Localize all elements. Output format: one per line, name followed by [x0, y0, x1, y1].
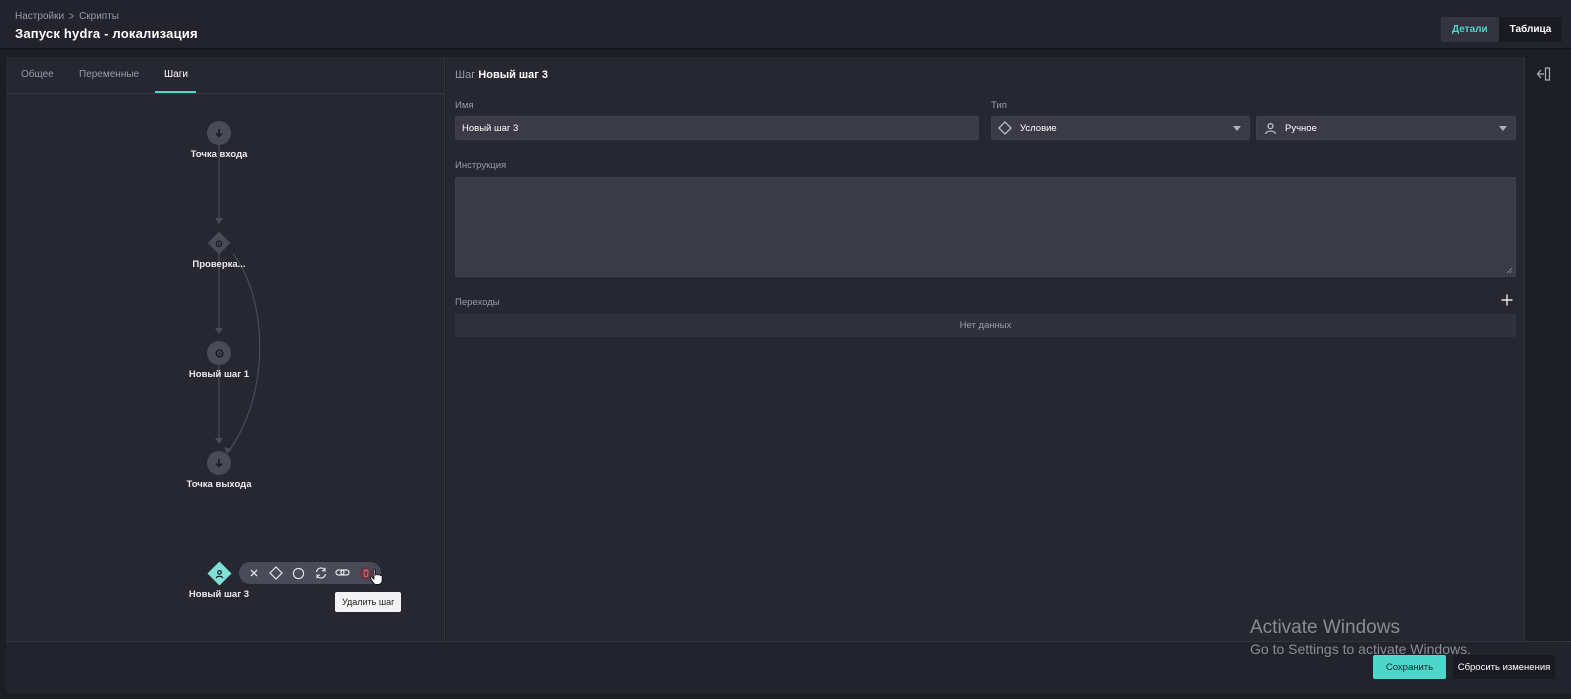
page-title: Запуск hydra - локализация: [15, 26, 198, 41]
breadcrumb: Настройки > Скрипты: [15, 9, 119, 23]
chevron-down-icon: [1499, 126, 1507, 131]
collapse-panel-icon[interactable]: [1535, 66, 1551, 82]
save-button[interactable]: Сохранить: [1373, 655, 1446, 679]
flow-node-label: Точка входа: [190, 149, 248, 160]
flow-node-check[interactable]: Проверка...: [164, 231, 274, 270]
step-mode-select[interactable]: Ручное: [1256, 116, 1516, 140]
step-heading: Шаг Новый шаг 3: [455, 69, 548, 81]
arrow-down-icon: [215, 129, 223, 138]
tab-variables[interactable]: Переменные: [79, 69, 139, 80]
step-heading-prefix: Шаг: [455, 69, 476, 81]
tab-steps[interactable]: Шаги: [164, 69, 188, 80]
user-icon: [1264, 122, 1276, 134]
diamond-icon: [998, 121, 1012, 135]
instruction-textarea[interactable]: [455, 177, 1516, 277]
step-mode-value: Ручное: [1285, 122, 1317, 134]
flow-node-entry[interactable]: Точка входа: [164, 121, 274, 160]
step-name-input[interactable]: Новый шаг 3: [455, 116, 979, 140]
flow-node-label: Точка выхода: [186, 479, 252, 490]
tab-active-indicator: [155, 91, 196, 93]
top-bar: Настройки > Скрипты Запуск hydra - локал…: [0, 0, 1571, 50]
step-heading-name: Новый шаг 3: [478, 69, 548, 81]
flow-node-label: Новый шаг 1: [188, 369, 250, 380]
diamond-icon: [269, 566, 284, 580]
tab-general[interactable]: Общее: [21, 69, 54, 80]
breadcrumb-item-settings[interactable]: Настройки: [15, 11, 64, 22]
node-toolbar: [239, 562, 381, 584]
gear-icon: [215, 239, 223, 247]
node-close-button[interactable]: [245, 564, 263, 582]
view-table-button[interactable]: Таблица: [1499, 17, 1563, 42]
arrowhead-exit: [215, 438, 223, 444]
link-icon: [335, 569, 351, 576]
node-loop-button[interactable]: [312, 564, 330, 582]
chevron-right-icon: >: [69, 9, 75, 23]
step-details-panel: Шаг Новый шаг 3 Имя Новый шаг 3 Тип Усло…: [446, 57, 1525, 641]
node-action-button[interactable]: [290, 564, 308, 582]
steps-panel: Общее Переменные Шаги Точка входа Провер…: [6, 57, 445, 641]
pointer-cursor-icon: [369, 568, 383, 585]
view-toggle: Детали Таблица: [1441, 17, 1563, 42]
arrow-down-icon: [215, 459, 223, 468]
type-label: Тип: [991, 100, 1007, 111]
flow-node-exit[interactable]: Точка выхода: [164, 451, 274, 490]
flow-canvas[interactable]: Точка входа Проверка... Новый шаг 1 Точк…: [6, 94, 445, 641]
transitions-label: Переходы: [455, 297, 500, 308]
add-transition-icon[interactable]: [1500, 293, 1514, 307]
close-icon: [250, 569, 258, 577]
delete-step-tooltip: Удалить шаг: [335, 592, 402, 612]
view-details-button[interactable]: Детали: [1441, 17, 1499, 42]
circle-icon: [293, 567, 305, 579]
tab-bar: Общее Переменные Шаги: [6, 57, 445, 94]
flow-node-label: Проверка...: [192, 259, 246, 270]
breadcrumb-item-scripts[interactable]: Скрипты: [79, 11, 119, 22]
chevron-down-icon: [1233, 126, 1241, 131]
user-icon: [215, 568, 223, 578]
refresh-icon: [316, 567, 327, 579]
arrowhead-check: [215, 218, 223, 224]
footer-bar: [6, 641, 1571, 693]
instruction-label: Инструкция: [455, 160, 507, 171]
node-condition-button[interactable]: [267, 564, 285, 582]
flow-node-label: Новый шаг 3: [188, 589, 250, 600]
name-label: Имя: [455, 100, 474, 111]
step-type-value: Условие: [1020, 122, 1057, 134]
node-link-button[interactable]: [334, 564, 352, 582]
gear-icon: [214, 348, 224, 358]
reset-changes-button[interactable]: Сбросить изменения: [1453, 655, 1555, 679]
flow-node-step1[interactable]: Новый шаг 1: [164, 341, 274, 380]
transitions-empty-state: Нет данных: [455, 314, 1516, 337]
resize-grip-icon: [1506, 267, 1513, 274]
arrowhead-step1: [215, 328, 223, 334]
step-type-select[interactable]: Условие: [991, 116, 1250, 140]
